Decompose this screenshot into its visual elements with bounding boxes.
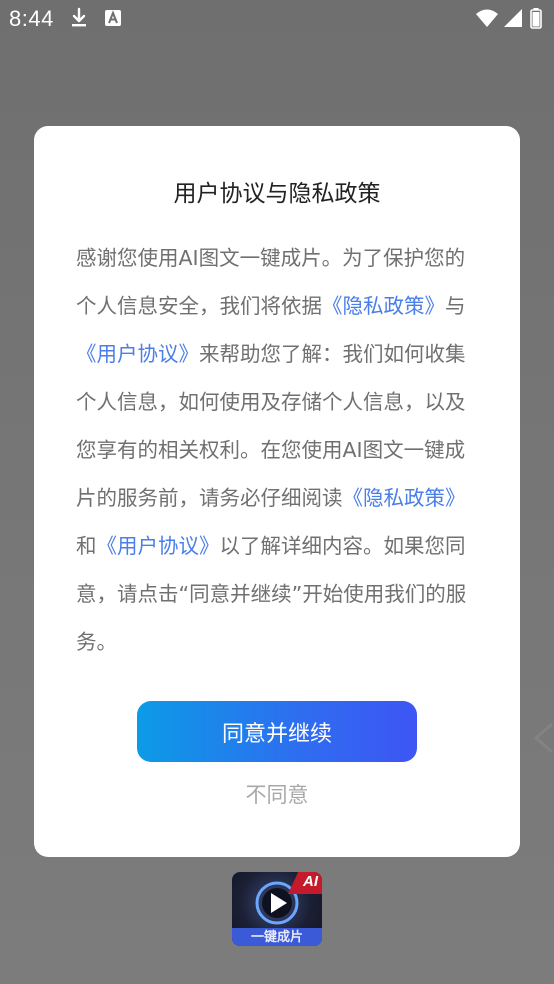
app-logo-icon: AI 一键成片 [232, 872, 322, 946]
agree-continue-button[interactable]: 同意并继续 [137, 701, 417, 762]
status-time: 8:44 [9, 6, 54, 31]
battery-icon [530, 8, 542, 29]
body-text: 与 [445, 294, 466, 318]
status-bar: 8:44 [0, 0, 554, 40]
signal-icon [504, 9, 522, 27]
download-icon [72, 7, 86, 27]
privacy-policy-link[interactable]: 《隐私政策》 [343, 486, 466, 510]
wifi-icon [476, 9, 498, 27]
user-agreement-link[interactable]: 《用户协议》 [76, 342, 199, 366]
privacy-dialog: 用户协议与隐私政策 感谢您使用AI图文一键成片。为了保护您的个人信息安全，我们将… [34, 126, 520, 857]
a-notification-icon [105, 10, 121, 26]
user-agreement-link[interactable]: 《用户协议》 [97, 534, 220, 558]
body-text: 来帮助您了解：我们如何收集个人信息，如何使用及存储个人信息，以及您享有的相关权利… [76, 342, 466, 510]
privacy-policy-link[interactable]: 《隐私政策》 [322, 294, 445, 318]
back-arrow-icon [533, 722, 553, 754]
disagree-button[interactable]: 不同意 [197, 774, 357, 814]
dialog-title: 用户协议与隐私政策 [173, 181, 381, 207]
dialog-body: 感谢您使用AI图文一键成片。为了保护您的个人信息安全，我们将依据《隐私政策》与《… [76, 234, 472, 666]
ai-badge-text: AI [303, 873, 318, 890]
logo-label: 一键成片 [250, 930, 303, 945]
body-text: 和 [76, 534, 97, 558]
